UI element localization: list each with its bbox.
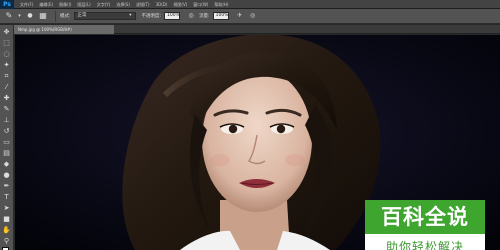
menu-type[interactable]: 文字(Y) (97, 0, 111, 9)
pressure-opacity-icon[interactable]: ◎ (186, 11, 196, 21)
eyedropper-tool-icon[interactable]: ⁄ (2, 82, 12, 92)
quick-select-tool-icon[interactable]: ✦ (2, 60, 12, 70)
left-iris (228, 124, 238, 134)
right-iris (276, 124, 286, 134)
brush-tool-icon[interactable]: ✎ (2, 104, 12, 114)
shape-tool-icon[interactable]: ■ (2, 214, 12, 224)
lasso-tool-icon[interactable]: ◌ (2, 49, 12, 59)
flow-label: 流量: (199, 14, 210, 19)
history-brush-tool-icon[interactable]: ↺ (2, 126, 12, 136)
airbrush-icon[interactable]: ✈ (235, 11, 245, 21)
menu-select[interactable]: 选择(S) (116, 0, 130, 9)
opacity-label: 不透明度: (141, 14, 162, 19)
chevron-down-icon: ▾ (129, 13, 132, 18)
menu-file[interactable]: 文件(F) (20, 0, 33, 9)
document-tab[interactable]: Nmp.jpg @ 100%(RGB/8#) (14, 25, 114, 34)
menu-window[interactable]: 窗口(W) (193, 0, 208, 9)
right-cheek (285, 154, 305, 166)
photoshop-logo: Ps (0, 0, 14, 9)
menu-bar: Ps 文件(F) 编辑(E) 图像(I) 图层(L) 文字(Y) 选择(S) 滤… (0, 0, 500, 9)
marquee-tool-icon[interactable]: ⬚ (2, 38, 12, 48)
menu-image[interactable]: 图像(I) (59, 0, 71, 9)
chevron-down-icon[interactable]: ▾ (17, 11, 22, 21)
document-tab-bar: Nmp.jpg @ 100%(RGB/8#) (14, 25, 500, 34)
type-tool-icon[interactable]: T (2, 192, 12, 202)
hand-tool-icon[interactable]: ✋ (2, 225, 12, 235)
menu-help[interactable]: 帮助(H) (214, 0, 228, 9)
mode-value: 正常 (77, 13, 87, 18)
tools-panel: ✥ ⬚ ◌ ✦ ⌗ ⁄ ✚ ✎ ⊥ ↺ ▭ ▤ ◆ ● ✒ T ➤ ■ ✋ ⚲ (0, 25, 14, 250)
crop-tool-icon[interactable]: ⌗ (2, 71, 12, 81)
brush-icon[interactable]: ✎ (4, 11, 14, 21)
left-cheek (210, 154, 230, 166)
flow-input[interactable]: 100% (212, 12, 229, 20)
mode-label: 模式: (60, 14, 71, 19)
zoom-tool-icon[interactable]: ⚲ (2, 236, 12, 246)
document-canvas[interactable]: 百科全说 助你轻松解决 (15, 35, 500, 250)
gradient-tool-icon[interactable]: ▤ (2, 148, 12, 158)
clone-stamp-tool-icon[interactable]: ⊥ (2, 115, 12, 125)
pen-tool-icon[interactable]: ✒ (2, 181, 12, 191)
menu-3d[interactable]: 3D(D) (156, 0, 168, 9)
healing-brush-tool-icon[interactable]: ✚ (2, 93, 12, 103)
menu-filter[interactable]: 滤镜(T) (136, 0, 150, 9)
menu-edit[interactable]: 编辑(E) (39, 0, 53, 9)
menu-view[interactable]: 视图(V) (173, 0, 187, 9)
opacity-input[interactable]: 100% (164, 12, 181, 20)
dodge-tool-icon[interactable]: ● (2, 170, 12, 180)
watermark-title: 百科全说 (365, 200, 485, 234)
brush-size-icon[interactable]: ● (25, 11, 35, 21)
move-tool-icon[interactable]: ✥ (2, 27, 12, 37)
blur-tool-icon[interactable]: ◆ (2, 159, 12, 169)
pressure-size-icon[interactable]: ◎ (248, 11, 258, 21)
options-bar: ✎ ▾ ● ▦ 模式: 正常 ▾ 不透明度: 100% ◎ 流量: 100% ✈… (0, 9, 500, 24)
watermark-subtitle: 助你轻松解决 (365, 234, 485, 250)
divider (55, 10, 56, 22)
menu-layer[interactable]: 图层(L) (77, 0, 90, 9)
baike-watermark: 百科全说 助你轻松解决 (365, 200, 485, 250)
eraser-tool-icon[interactable]: ▭ (2, 137, 12, 147)
path-select-tool-icon[interactable]: ➤ (2, 203, 12, 213)
mode-select[interactable]: 正常 ▾ (73, 12, 136, 20)
brush-panel-icon[interactable]: ▦ (38, 11, 48, 21)
